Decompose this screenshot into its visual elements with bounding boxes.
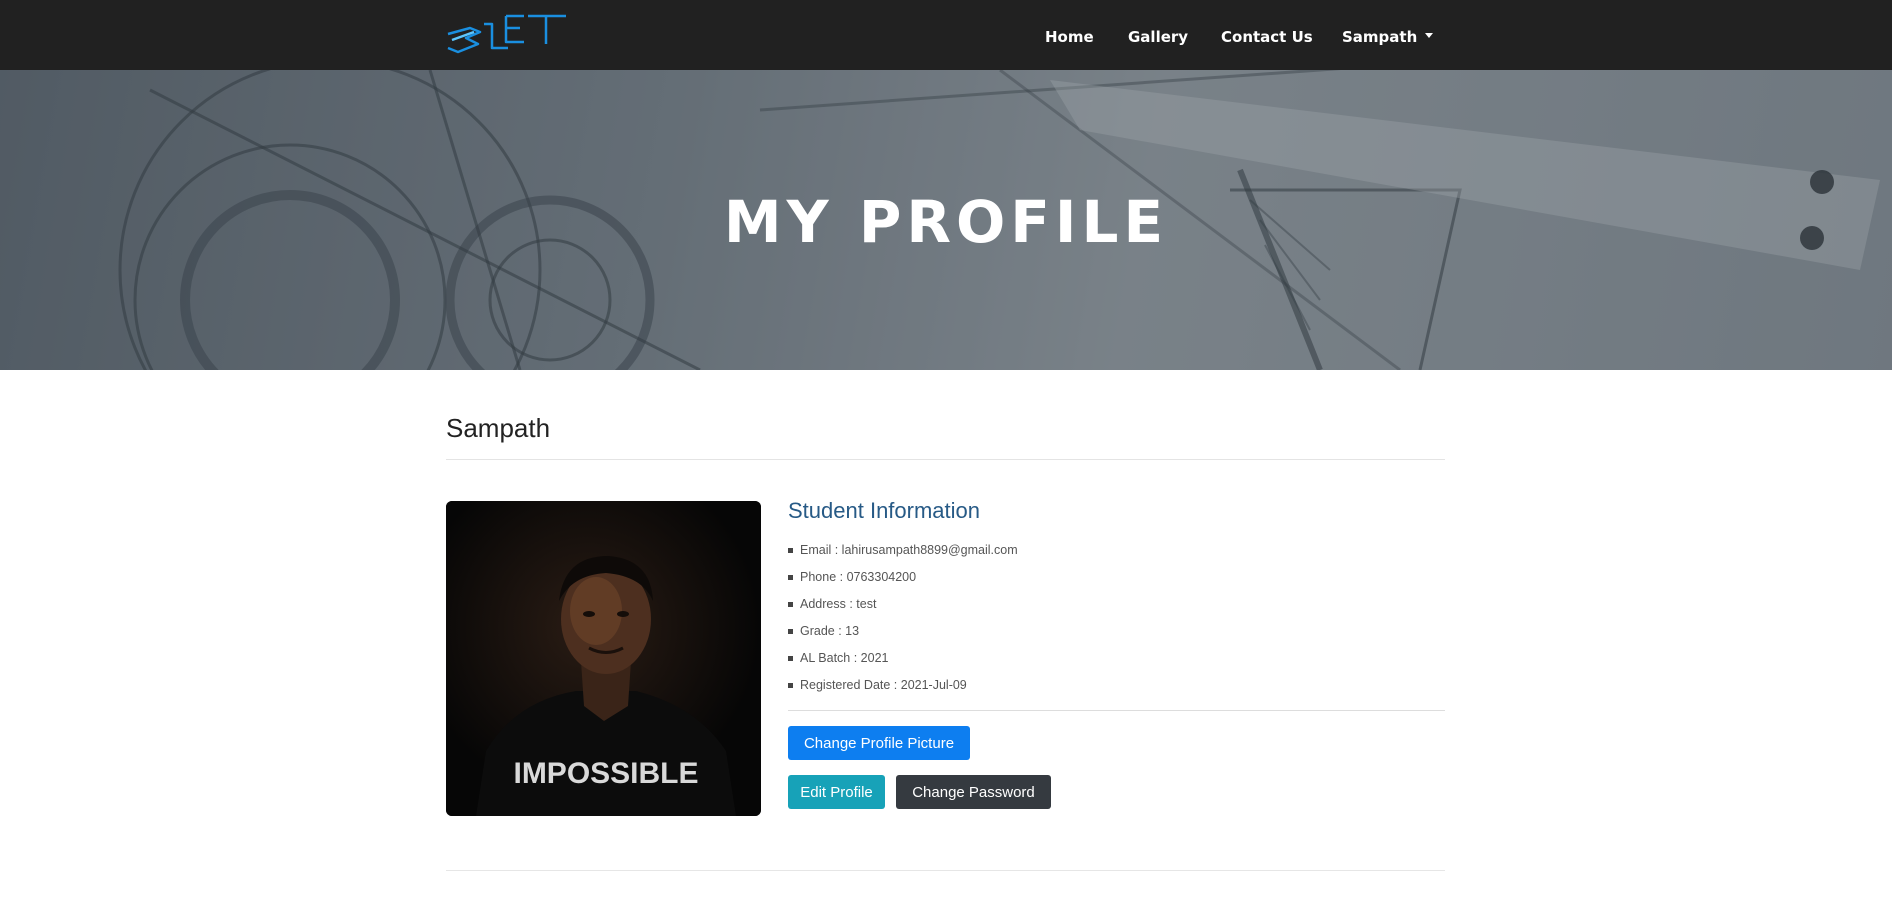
- bullet-icon: [788, 575, 793, 580]
- nav-gallery-link[interactable]: Gallery: [1128, 28, 1188, 46]
- nav-contact-link[interactable]: Contact Us: [1221, 28, 1313, 46]
- grade-detail: Grade : 13: [788, 621, 1018, 648]
- nav-home-link[interactable]: Home: [1045, 28, 1094, 46]
- phone-detail: Phone : 0763304200: [788, 567, 1018, 594]
- bullet-icon: [788, 629, 793, 634]
- al-batch-detail: AL Batch : 2021: [788, 648, 1018, 675]
- profile-photo: IMPOSSIBLE: [446, 501, 761, 816]
- change-password-button[interactable]: Change Password: [896, 775, 1051, 809]
- bullet-icon: [788, 602, 793, 607]
- site-logo[interactable]: [444, 10, 570, 56]
- divider: [446, 870, 1445, 871]
- divider: [788, 710, 1445, 711]
- student-info-list: Email : lahirusampath8899@gmail.com Phon…: [788, 540, 1018, 702]
- user-dropdown-toggle[interactable]: Sampath: [1342, 28, 1434, 46]
- top-navbar: Home Gallery Contact Us Sampath: [0, 0, 1892, 70]
- caret-down-icon: [1425, 33, 1434, 38]
- registered-date-detail: Registered Date : 2021-Jul-09: [788, 675, 1018, 702]
- hero-banner: MY PROFILE: [0, 70, 1892, 370]
- change-profile-picture-button[interactable]: Change Profile Picture: [788, 726, 970, 760]
- bullet-icon: [788, 548, 793, 553]
- user-dropdown-label: Sampath: [1342, 28, 1418, 46]
- edit-profile-button[interactable]: Edit Profile: [788, 775, 885, 809]
- student-info-title: Student Information: [788, 498, 981, 523]
- shirt-print-text: IMPOSSIBLE: [513, 757, 698, 790]
- bullet-icon: [788, 683, 793, 688]
- email-detail: Email : lahirusampath8899@gmail.com: [788, 540, 1018, 567]
- profile-name-heading: Sampath: [446, 413, 551, 443]
- bullet-icon: [788, 656, 793, 661]
- page-title: MY PROFILE: [723, 188, 1169, 256]
- address-detail: Address : test: [788, 594, 1018, 621]
- divider: [446, 459, 1445, 460]
